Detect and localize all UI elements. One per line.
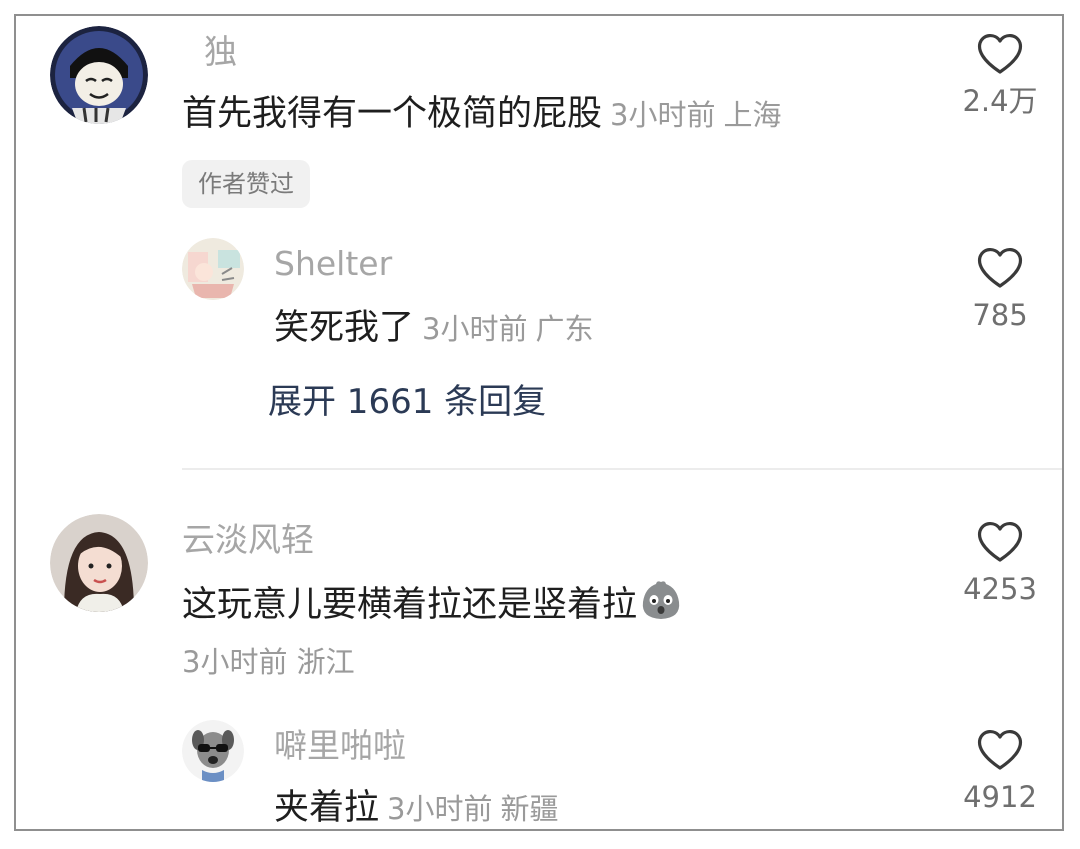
reply-username[interactable]: 噼里啪啦 bbox=[274, 726, 406, 766]
comment-text-line: 首先我得有一个极简的屁股 3小时前 上海 bbox=[182, 92, 781, 137]
avatar[interactable] bbox=[50, 514, 148, 612]
like-button[interactable]: 4912 bbox=[950, 728, 1050, 814]
like-button[interactable]: 4253 bbox=[950, 520, 1050, 606]
comment-username[interactable]: 云淡风轻 bbox=[182, 520, 314, 560]
heart-outline-icon bbox=[977, 34, 1023, 74]
like-count: 4253 bbox=[963, 572, 1037, 606]
author-liked-badge: 作者赞过 bbox=[182, 160, 310, 208]
like-count: 2.4万 bbox=[962, 84, 1038, 118]
comment-meta-line: 3小时前 浙江 bbox=[182, 644, 355, 680]
comment-text: 首先我得有一个极简的屁股 bbox=[182, 94, 603, 134]
like-count: 4912 bbox=[963, 780, 1037, 814]
reply-text-line: 夹着拉 3小时前 新疆 bbox=[274, 786, 559, 829]
reply-time: 3小时前 bbox=[422, 312, 528, 346]
reply-location: 广东 bbox=[535, 312, 594, 346]
shocked-emoji-icon bbox=[639, 578, 683, 633]
comment-text: 这玩意儿要横着拉还是竖着拉 bbox=[182, 585, 638, 625]
comment-list: 独 首先我得有一个极简的屁股 3小时前 上海 2.4万 作者赞过 Shelter 笑… bbox=[14, 14, 1064, 831]
reply-location: 新疆 bbox=[500, 792, 559, 826]
like-count: 785 bbox=[972, 298, 1028, 332]
comment-text-line: 这玩意儿要横着拉还是竖着拉 bbox=[182, 578, 683, 633]
like-button[interactable]: 785 bbox=[950, 246, 1050, 332]
avatar[interactable] bbox=[182, 238, 244, 300]
reply-time: 3小时前 bbox=[387, 792, 493, 826]
heart-outline-icon bbox=[977, 730, 1023, 770]
avatar[interactable] bbox=[182, 720, 244, 782]
comment-time: 3小时前 bbox=[610, 98, 716, 132]
reply-username[interactable]: Shelter bbox=[274, 244, 392, 284]
heart-outline-icon bbox=[977, 522, 1023, 562]
comment-username[interactable]: 独 bbox=[204, 32, 237, 72]
reply-text: 夹着拉 bbox=[274, 788, 380, 828]
avatar[interactable] bbox=[50, 26, 148, 124]
comment-location: 上海 bbox=[723, 98, 782, 132]
comment-location: 浙江 bbox=[296, 645, 355, 679]
heart-outline-icon bbox=[977, 248, 1023, 288]
reply-text-line: 笑死我了 3小时前 广东 bbox=[274, 306, 593, 351]
reply-text: 笑死我了 bbox=[274, 308, 415, 348]
divider bbox=[182, 468, 1062, 470]
expand-replies-link[interactable]: 展开 1661 条回复 bbox=[268, 382, 546, 422]
like-button[interactable]: 2.4万 bbox=[950, 32, 1050, 118]
comment-time: 3小时前 bbox=[182, 645, 288, 679]
